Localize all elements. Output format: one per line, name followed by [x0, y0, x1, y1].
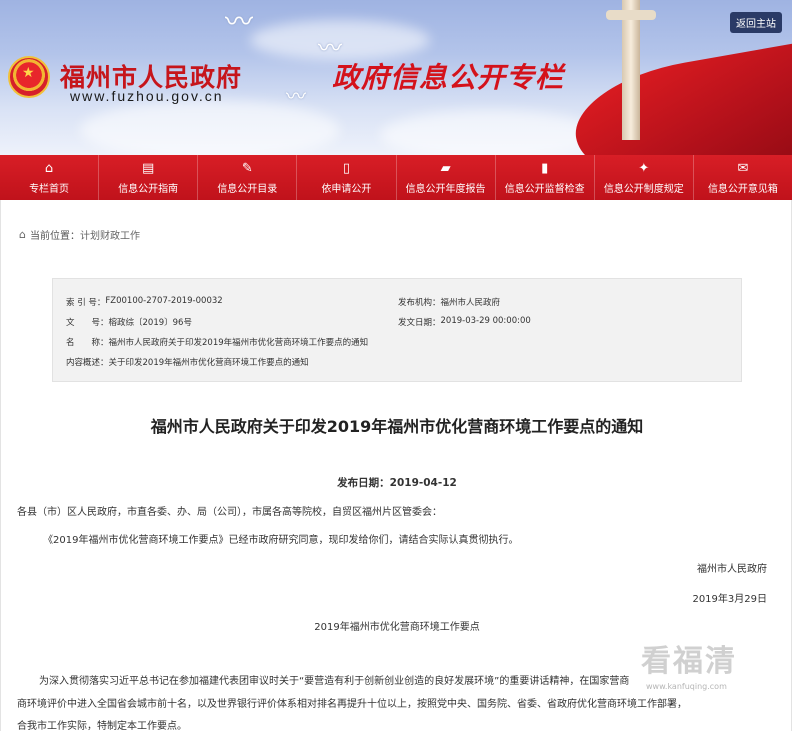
breadcrumb-current[interactable]: 计划财政工作: [80, 227, 140, 242]
nav-item-mailbox[interactable]: ✉ 信息公开意见箱: [694, 155, 792, 200]
nav-item-supervision[interactable]: ▮ 信息公开监督检查: [496, 155, 595, 200]
seagull-icon: 〰: [225, 5, 254, 38]
guide-icon: ▤: [142, 160, 155, 176]
nav-item-guide[interactable]: ▤ 信息公开指南: [99, 155, 199, 200]
folder-icon: ▰: [440, 160, 451, 176]
header-banner: 〰 〰 〰 ★ 福州市人民政府 www.fuzhou.gov.cn 政府信息公开…: [0, 0, 792, 155]
nav-item-application[interactable]: ▯ 依申请公开: [297, 155, 397, 200]
article-body-paragraph: 《2019年福州市优化营商环境工作要点》已经市政府研究同意，现印发给你们，请结合…: [43, 535, 519, 546]
meta-name-row: 名 称： 福州市人民政府关于印发2019年福州市优化营商环境工作要点的通知: [66, 336, 368, 348]
watermark-url: www.kanfuqing.com: [646, 682, 727, 691]
meta-summary-row: 内容概述： 关于印发2019年福州市优化营商环境工作要点的通知: [66, 356, 309, 368]
nav-item-label: 专栏首页: [29, 183, 70, 195]
article-title: 福州市人民政府关于印发2019年福州市优化营商环境工作要点的通知: [150, 417, 644, 436]
meta-org-value: 福州市人民政府: [440, 298, 501, 308]
huabiao-pillar-decoration: [622, 0, 640, 140]
clipboard-icon: ▮: [541, 160, 549, 176]
article-salutation: 各县（市）区人民政府，市直各委、办、局（公司），市属各高等院校，自贸区福州片区管…: [17, 507, 442, 518]
meta-date-row: 发文日期： 2019-03-29 00:00:00: [398, 316, 531, 328]
catalog-icon: ✎: [241, 160, 253, 176]
document-icon: ▯: [342, 160, 351, 176]
content-area: ⌂ 当前位置： 计划财政工作 索 引 号： FZ00100-2707-2019-…: [0, 200, 792, 731]
back-home-button[interactable]: 返回主站: [730, 12, 782, 33]
site-url[interactable]: www.fuzhou.gov.cn: [70, 88, 224, 104]
watermark-text: 看福清: [641, 644, 737, 679]
attachment-title: 2019年福州市优化营商环境工作要点: [314, 622, 480, 633]
star-icon: ★: [22, 65, 35, 81]
nav-item-home[interactable]: ⌂ 专栏首页: [0, 155, 100, 200]
meta-docno-row: 文 号： 榕政综〔2019〕96号: [66, 316, 192, 328]
breadcrumb: ⌂ 当前位置： 计划财政工作: [19, 227, 140, 242]
meta-date-value: 2019-03-29 00:00:00: [440, 316, 531, 326]
document-meta-box: 索 引 号： FZ00100-2707-2019-00032 发布机构： 福州市…: [52, 278, 742, 382]
meta-org-label: 发布机构：: [398, 298, 441, 308]
meta-index-label: 索 引 号：: [66, 298, 106, 308]
meta-summary-value: 关于印发2019年福州市优化营商环境工作要点的通知: [108, 358, 309, 368]
home-icon: ⌂: [44, 160, 54, 176]
national-emblem-icon: ★: [8, 56, 50, 98]
huabiao-cap-decoration: [606, 10, 656, 20]
article-body-line: 为深入贯彻落实习近平总书记在参加福建代表团审议时关于“要营造有利于创新创业创造的…: [39, 676, 630, 687]
meta-index-row: 索 引 号： FZ00100-2707-2019-00032: [66, 296, 223, 308]
meta-docno-label: 文 号：: [66, 318, 109, 328]
breadcrumb-prefix: 当前位置：: [29, 231, 80, 242]
meta-index-value: FZ00100-2707-2019-00032: [105, 296, 223, 306]
meta-name-label: 名 称：: [66, 338, 109, 348]
nav-item-label: 信息公开年度报告: [405, 183, 486, 195]
column-title: 政府信息公开专栏: [332, 61, 565, 94]
nav-item-label: 依申请公开: [321, 183, 372, 195]
meta-summary-label: 内容概述：: [66, 358, 109, 368]
nav-item-annual-report[interactable]: ▰ 信息公开年度报告: [397, 155, 496, 200]
nav-item-label: 信息公开意见箱: [707, 183, 778, 195]
home-icon: ⌂: [19, 228, 26, 241]
red-ribbon-decoration: [566, 38, 792, 155]
seagull-icon: 〰: [286, 84, 306, 108]
main-nav: ⌂ 专栏首页 ▤ 信息公开指南 ✎ 信息公开目录 ▯ 依申请公开 ▰ 信息公开年…: [0, 155, 792, 200]
publish-date: 发布日期：2019-04-12: [337, 477, 457, 489]
nav-item-rules[interactable]: ✦ 信息公开制度规定: [595, 155, 694, 200]
article-body-line: 合我市工作实际，特制定本工作要点。: [17, 721, 187, 731]
nav-item-label: 信息公开监督检查: [504, 183, 585, 195]
meta-org-row: 发布机构： 福州市人民政府: [398, 296, 500, 308]
meta-name-value: 福州市人民政府关于印发2019年福州市优化营商环境工作要点的通知: [108, 338, 369, 348]
nav-item-label: 信息公开目录: [217, 183, 278, 195]
meta-docno-value: 榕政综〔2019〕96号: [108, 318, 192, 328]
article-body-line: 商环境评价中进入全国省会城市前十名，以及世界银行评价体系相对排名再提升十位以上，…: [17, 699, 687, 710]
meta-date-label: 发文日期：: [398, 318, 441, 328]
article-sign-date: 2019年3月29日: [692, 594, 767, 605]
mailbox-icon: ✉: [737, 160, 749, 176]
rules-icon: ✦: [638, 160, 650, 176]
nav-item-label: 信息公开制度规定: [603, 183, 684, 195]
nav-item-label: 信息公开指南: [118, 183, 179, 195]
nav-item-catalog[interactable]: ✎ 信息公开目录: [198, 155, 298, 200]
article-signature: 福州市人民政府: [697, 564, 767, 575]
cloud-decoration: [380, 110, 600, 155]
